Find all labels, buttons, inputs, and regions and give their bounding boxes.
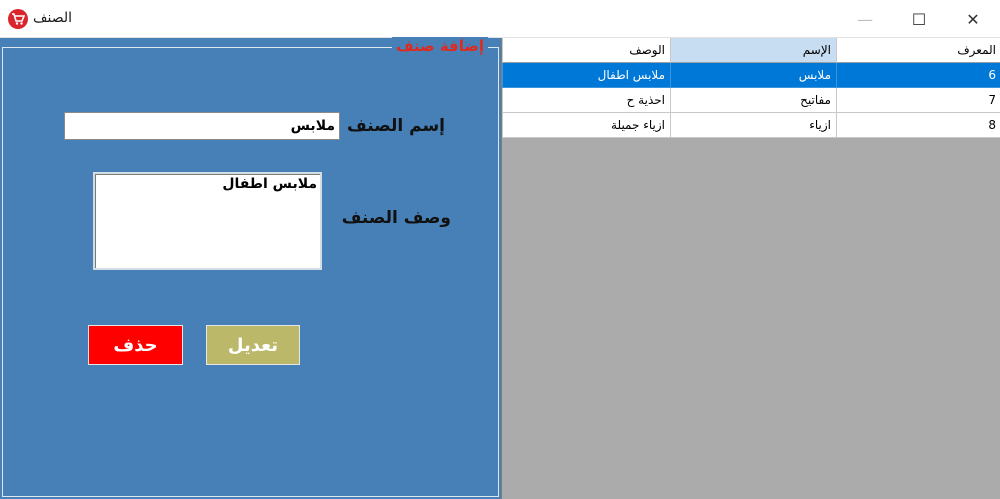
cell-name[interactable]: مفاتيح [670,88,836,113]
window-title: الصنف [32,10,72,26]
column-header-name[interactable]: الإسم [670,38,836,63]
cell-name[interactable]: ملابس [670,63,836,88]
edit-button[interactable]: تعديل [206,325,300,365]
table-row[interactable]: 7 مفاتيح احذية ح [502,88,1000,113]
category-name-input[interactable] [64,112,340,140]
form-panel: إضافة صنف إسم الصنف وصف الصنف ملابس اطفا… [0,37,501,499]
category-description-input[interactable]: ملابس اطفال [93,172,322,270]
table-row[interactable]: 8 ازياء ازياء جميلة [502,113,1000,138]
delete-button[interactable]: حذف [88,325,183,365]
cell-name[interactable]: ازياء [670,113,836,138]
close-button[interactable]: ✕ [946,0,1000,38]
cell-id[interactable]: 8 [836,113,1000,138]
column-header-description[interactable]: الوصف [502,38,670,63]
cell-id[interactable]: 7 [836,88,1000,113]
cell-description[interactable]: ازياء جميلة [502,113,670,138]
table-row[interactable]: 6 ملابس ملابس اطفال [502,63,1000,88]
column-header-id[interactable]: المعرف [836,38,1000,63]
cell-id[interactable]: 6 [836,63,1000,88]
minimize-button[interactable]: — [838,0,892,38]
maximize-button[interactable]: ☐ [892,0,946,38]
cell-description[interactable]: احذية ح [502,88,670,113]
grid-header-row: المعرف الإسم الوصف [502,38,1000,63]
category-name-label: إسم الصنف [347,116,445,136]
groupbox-title: إضافة صنف [392,37,488,55]
category-description-label: وصف الصنف [341,208,451,228]
title-bar: الصنف — ☐ ✕ [0,0,1000,38]
data-grid-area[interactable]: المعرف الإسم الوصف 6 ملابس ملابس اطفال 7… [501,38,1000,499]
cell-description[interactable]: ملابس اطفال [502,63,670,88]
shopping-cart-icon [8,9,28,29]
